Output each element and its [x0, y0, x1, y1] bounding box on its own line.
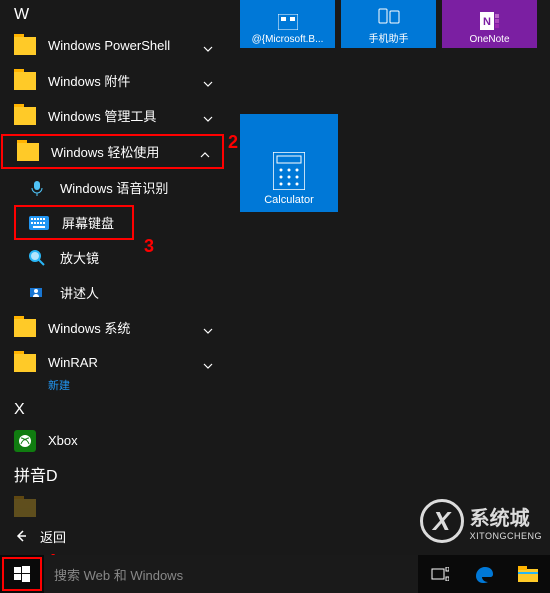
tile-calculator[interactable]: Calculator	[240, 114, 338, 212]
edge-button[interactable]	[462, 555, 506, 593]
item-magnifier[interactable]: 放大镜	[0, 240, 225, 275]
tile-onenote[interactable]: N OneNote	[442, 0, 537, 48]
chevron-down-icon	[203, 41, 213, 51]
item-system[interactable]: Windows 系统	[0, 310, 225, 345]
section-pinyinD[interactable]: 拼音D	[0, 458, 225, 490]
label: Windows 系统	[48, 318, 130, 337]
magnifier-icon	[26, 247, 48, 269]
back-label: 返回	[40, 527, 66, 546]
microphone-icon	[26, 177, 48, 199]
start-button[interactable]	[2, 557, 42, 591]
start-menu: W Windows PowerShell Windows 附件 Windows …	[0, 0, 550, 555]
task-icons	[418, 555, 550, 593]
keyboard-icon	[28, 212, 50, 234]
label: 放大镜	[60, 248, 99, 267]
folder-icon	[14, 499, 36, 517]
folder-icon	[17, 143, 39, 161]
tile-label: Calculator	[264, 194, 314, 206]
tile-phone[interactable]: 手机助手	[341, 0, 436, 48]
search-placeholder: 搜索 Web 和 Windows	[54, 565, 183, 584]
taskview-icon	[431, 567, 449, 581]
store-icon	[278, 14, 298, 30]
onenote-icon: N	[480, 12, 500, 30]
label: 讲述人	[60, 283, 99, 302]
item-osk[interactable]: 屏幕键盘	[14, 205, 134, 240]
label: WinRAR	[48, 355, 98, 370]
item-easeofaccess[interactable]: Windows 轻松使用	[1, 134, 224, 169]
phone-icon	[378, 8, 400, 26]
item-admintools[interactable]: Windows 管理工具	[0, 98, 225, 133]
label: Windows 轻松使用	[51, 142, 159, 161]
item-winrar[interactable]: WinRAR	[0, 345, 225, 380]
tile-label: @{Microsoft.B...	[252, 34, 324, 45]
narrator-icon	[26, 282, 48, 304]
label: 屏幕键盘	[62, 213, 114, 232]
label: Windows 管理工具	[48, 106, 156, 125]
back-button[interactable]: 返回	[0, 517, 225, 555]
tile-label: 手机助手	[369, 30, 409, 45]
label: Windows PowerShell	[48, 38, 170, 53]
xbox-icon	[14, 430, 36, 452]
watermark-en: XITONGCHENG	[470, 531, 542, 541]
label: Windows 附件	[48, 71, 130, 90]
annotation-3: 3	[144, 236, 154, 257]
calculator-icon	[273, 152, 305, 190]
taskbar: 搜索 Web 和 Windows	[0, 555, 550, 593]
app-list: W Windows PowerShell Windows 附件 Windows …	[0, 0, 225, 555]
item-xbox[interactable]: Xbox	[0, 423, 225, 458]
watermark-logo: X	[420, 499, 464, 543]
folder-icon	[518, 566, 538, 582]
explorer-button[interactable]	[506, 555, 550, 593]
edge-icon	[474, 564, 494, 584]
watermark-cn: 系统城	[470, 502, 542, 531]
arrow-left-icon	[14, 529, 28, 543]
annotation-2: 2	[228, 132, 238, 153]
section-X[interactable]: X	[0, 397, 225, 423]
watermark: X 系统城 XITONGCHENG	[420, 499, 542, 543]
section-W[interactable]: W	[0, 2, 225, 28]
item-powershell[interactable]: Windows PowerShell	[0, 28, 225, 63]
taskview-button[interactable]	[418, 555, 462, 593]
tile-area: @{Microsoft.B... 手机助手 N OneNote Calculat…	[240, 0, 537, 212]
label: Windows 语音识别	[60, 178, 168, 197]
chevron-down-icon	[203, 111, 213, 121]
windows-icon	[14, 566, 30, 582]
folder-icon	[14, 72, 36, 90]
label: Xbox	[48, 433, 78, 448]
item-narrator[interactable]: 讲述人	[0, 275, 225, 310]
item-accessories[interactable]: Windows 附件	[0, 63, 225, 98]
svg-text:N: N	[483, 16, 491, 28]
tile-label: OneNote	[469, 34, 509, 45]
chevron-down-icon	[203, 358, 213, 368]
item-speech[interactable]: Windows 语音识别	[0, 170, 225, 205]
folder-icon	[14, 319, 36, 337]
search-input[interactable]: 搜索 Web 和 Windows	[44, 555, 418, 593]
chevron-down-icon	[203, 76, 213, 86]
tile-microsoft[interactable]: @{Microsoft.B...	[240, 0, 335, 48]
folder-icon	[14, 354, 36, 372]
folder-icon	[14, 37, 36, 55]
folder-icon	[14, 107, 36, 125]
chevron-up-icon	[200, 147, 210, 157]
chevron-down-icon	[203, 323, 213, 333]
